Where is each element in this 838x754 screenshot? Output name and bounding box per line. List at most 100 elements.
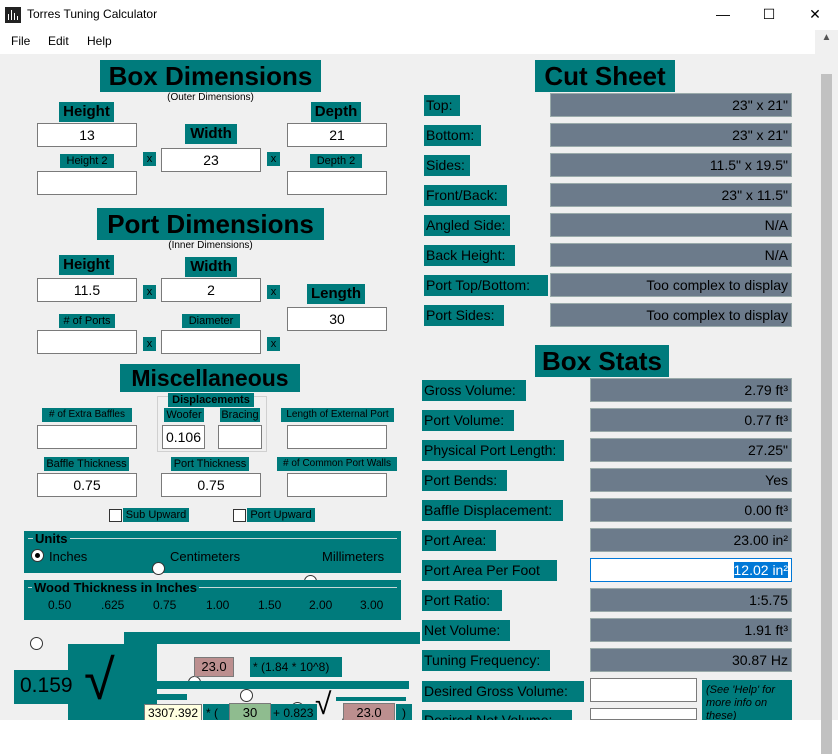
port-x-sign: x	[143, 337, 156, 351]
centimeters-radio[interactable]	[152, 562, 165, 575]
box-height2-input[interactable]	[37, 171, 137, 195]
wood-050-label: 0.50	[48, 598, 72, 612]
extra-baffles-input[interactable]	[37, 425, 137, 449]
box-depth2-input[interactable]	[287, 171, 387, 195]
port-thickness-label: Port Thickness	[171, 457, 249, 471]
port-upward-checkbox[interactable]	[233, 509, 246, 522]
formula-val4: 23.0	[343, 703, 395, 720]
port-upward-label: Port Upward	[247, 508, 315, 522]
desired-net-input[interactable]	[590, 708, 697, 720]
cut-backheight-value: N/A	[550, 243, 792, 267]
cut-bottom-label: Bottom:	[424, 125, 481, 146]
cut-sides-value: 11.5" x 19.5"	[550, 153, 792, 177]
stat-ratio-value: 1:5.75	[590, 588, 792, 612]
stat-netvol-value: 1.91 ft³	[590, 618, 792, 642]
menu-file[interactable]: File	[11, 34, 30, 48]
stat-areaperfoot-label: Port Area Per Foot	[422, 560, 557, 581]
woofer-input[interactable]: 0.106	[162, 425, 205, 449]
box-depth-input[interactable]: 21	[287, 123, 387, 147]
wood-100-label: 1.00	[206, 598, 230, 612]
port-x-sign: x	[143, 285, 156, 299]
formula-mult: * (1.84 * 10^8)	[250, 657, 342, 677]
port-thickness-input[interactable]: 0.75	[161, 473, 261, 497]
wood-150-label: 1.50	[258, 598, 282, 612]
formula-plus: + 0.823	[271, 704, 317, 720]
sqrt-icon: √	[84, 648, 115, 711]
num-ports-label: # of Ports	[59, 314, 115, 328]
cut-portsides-value: Too complex to display	[550, 303, 792, 327]
vertical-scrollbar[interactable]: ▲	[815, 30, 838, 754]
close-button[interactable]: ✕	[792, 0, 838, 30]
ext-port-input[interactable]	[287, 425, 387, 449]
scroll-thumb[interactable]	[821, 74, 832, 754]
baffle-thickness-input[interactable]: 0.75	[37, 473, 137, 497]
num-ports-input[interactable]	[37, 330, 137, 354]
menu-edit[interactable]: Edit	[48, 34, 69, 48]
box-height2-label: Height 2	[60, 154, 114, 168]
port-dimensions-title: Port Dimensions	[97, 208, 324, 240]
desired-gross-input[interactable]	[590, 678, 697, 702]
formula-paren-open: * (	[203, 704, 229, 720]
minimize-button[interactable]: —	[700, 0, 746, 30]
menu-help[interactable]: Help	[87, 34, 112, 48]
extra-baffles-label: # of Extra Baffles	[42, 408, 132, 422]
port-width-label: Width	[185, 257, 237, 277]
sub-upward-checkbox[interactable]	[109, 509, 122, 522]
misc-title: Miscellaneous	[120, 364, 300, 392]
port-length-input[interactable]: 30	[287, 307, 387, 331]
bracing-label: Bracing	[220, 408, 260, 422]
port-x-sign: x	[267, 285, 280, 299]
desired-gross-label: Desired Gross Volume:	[422, 681, 584, 702]
stat-tuning-value: 30.87 Hz	[590, 648, 792, 672]
box-depth2-label: Depth 2	[310, 154, 362, 168]
box-width-input[interactable]: 23	[161, 148, 261, 172]
wood-200-label: 2.00	[309, 598, 333, 612]
inches-label: Inches	[49, 549, 88, 564]
maximize-button[interactable]: ☐	[746, 0, 792, 30]
port-height-label: Height	[59, 255, 114, 275]
stat-gross-value: 2.79 ft³	[590, 378, 792, 402]
formula-bar	[124, 632, 420, 644]
cut-porttb-label: Port Top/Bottom:	[424, 275, 548, 296]
formula-divider	[157, 681, 409, 689]
inches-radio[interactable]	[31, 549, 44, 562]
port-height-input[interactable]: 11.5	[37, 278, 137, 302]
bracing-input[interactable]	[218, 425, 262, 449]
baffle-thickness-label: Baffle Thickness	[44, 457, 129, 471]
wood-050-radio[interactable]	[30, 637, 43, 650]
port-width-input[interactable]: 2	[161, 278, 261, 302]
cut-porttb-value: Too complex to display	[550, 273, 792, 297]
stat-areaperfoot-value[interactable]: 12.02 in²	[590, 558, 792, 582]
stat-baffle-label: Baffle Displacement:	[422, 500, 563, 521]
box-height-input[interactable]: 13	[37, 123, 137, 147]
formula-val1: 23.0	[194, 657, 234, 677]
scroll-up-arrow-icon[interactable]: ▲	[815, 32, 838, 48]
formula-coef: 0.159	[20, 674, 73, 697]
formula-val2: 3307.392	[144, 704, 202, 720]
port-length-label: Length	[307, 284, 365, 304]
stat-netvol-label: Net Volume:	[422, 620, 510, 641]
stat-physlen-label: Physical Port Length:	[422, 440, 564, 461]
stat-portarea-value: 23.00 in²	[590, 528, 792, 552]
port-x-sign: x	[267, 337, 280, 351]
sub-upward-label: Sub Upward	[123, 508, 189, 522]
help-note: (See 'Help' for more info on these)	[702, 680, 792, 720]
wood-075-label: 0.75	[153, 598, 177, 612]
wood-150-radio[interactable]	[240, 689, 253, 702]
cut-top-value: 23" x 21"	[550, 93, 792, 117]
formula-sqrt-bar	[336, 697, 406, 701]
box-height-label: Height	[59, 102, 114, 122]
diameter-input[interactable]	[161, 330, 261, 354]
wood-thickness-title: Wood Thickness in Inches	[32, 580, 200, 595]
window-title: Torres Tuning Calculator	[27, 7, 158, 21]
common-walls-label: # of Common Port Walls	[277, 457, 397, 471]
formula-mark	[157, 694, 187, 700]
common-walls-input[interactable]	[287, 473, 387, 497]
stat-portvol-label: Port Volume:	[422, 410, 514, 431]
stat-portvol-value: 0.77 ft³	[590, 408, 792, 432]
formula-paren-close: )	[396, 704, 412, 720]
ext-port-label: Length of External Port	[281, 408, 394, 422]
desired-net-label: Desired Net Volume:	[422, 710, 572, 720]
wood-0625-label: .625	[101, 598, 125, 612]
displacements-label: Displacements	[168, 393, 254, 407]
